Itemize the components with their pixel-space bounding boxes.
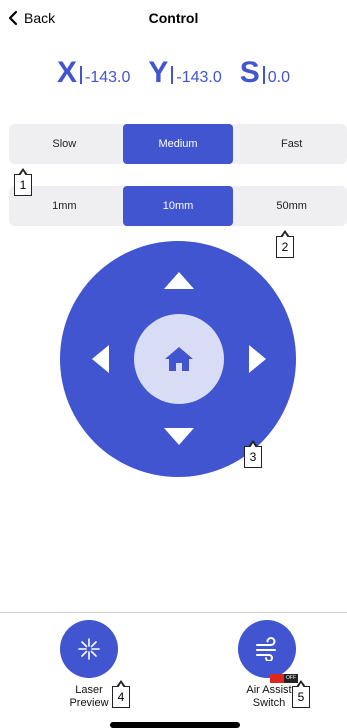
step-option-50mm[interactable]: 50mm xyxy=(236,186,347,226)
home-icon xyxy=(165,347,193,371)
x-coordinate: X -143.0 xyxy=(57,58,130,88)
s-label: S xyxy=(239,56,260,89)
home-button[interactable] xyxy=(134,314,224,404)
x-label: X xyxy=(56,56,77,89)
coordinate-readout: X -143.0 Y -143.0 S 0.0 xyxy=(0,58,347,98)
callout-1: 1 xyxy=(14,168,32,196)
s-value: 0.0 xyxy=(267,69,291,86)
y-separator xyxy=(171,66,174,84)
step-selector: 1mm 10mm 50mm xyxy=(9,186,347,226)
callout-5: 5 xyxy=(292,680,310,708)
toggle-on-segment xyxy=(270,674,284,683)
y-coordinate: Y -143.0 xyxy=(148,58,221,88)
laser-preview-button[interactable] xyxy=(60,620,118,678)
step-option-10mm[interactable]: 10mm xyxy=(122,186,234,226)
callout-2: 2 xyxy=(276,230,294,258)
y-value: -143.0 xyxy=(176,69,222,86)
air-assist-toggle[interactable]: OFF xyxy=(270,674,298,683)
speed-selector: Slow Medium Fast xyxy=(9,124,347,164)
jog-down-button[interactable] xyxy=(164,428,194,445)
speed-option-fast[interactable]: Fast xyxy=(236,124,347,164)
callout-3: 3 xyxy=(244,440,262,468)
air-assist-icon xyxy=(256,637,276,661)
bottom-divider xyxy=(0,612,347,613)
jog-up-button[interactable] xyxy=(164,272,194,289)
jog-left-button[interactable] xyxy=(92,345,109,373)
page-title: Control xyxy=(148,10,199,26)
jog-right-button[interactable] xyxy=(249,345,266,373)
s-value-group: S 0.0 xyxy=(240,58,290,88)
laser-burst-icon xyxy=(78,638,100,660)
speed-option-slow[interactable]: Slow xyxy=(9,124,120,164)
air-assist-button[interactable] xyxy=(238,620,296,678)
x-value: -143.0 xyxy=(84,69,131,86)
speed-option-medium[interactable]: Medium xyxy=(122,124,234,164)
home-indicator xyxy=(110,722,240,728)
callout-4: 4 xyxy=(112,680,130,708)
x-separator xyxy=(79,66,82,84)
y-label: Y xyxy=(148,56,169,89)
s-separator xyxy=(262,66,265,84)
